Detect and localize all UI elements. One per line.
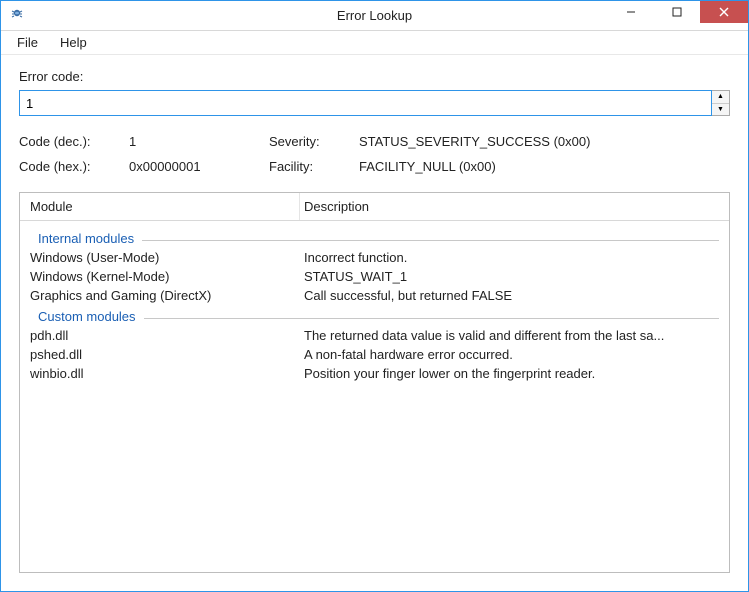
cell-description: STATUS_WAIT_1 <box>300 269 729 284</box>
facility-label: Facility: <box>269 159 359 174</box>
facility-value: FACILITY_NULL (0x00) <box>359 159 730 174</box>
minimize-button[interactable] <box>608 1 654 23</box>
cell-module: Graphics and Gaming (DirectX) <box>20 288 300 303</box>
table-row[interactable]: pdh.dllThe returned data value is valid … <box>20 326 729 345</box>
spinner: ▲ ▼ <box>712 90 730 116</box>
group-divider <box>144 318 719 319</box>
chevron-up-icon: ▲ <box>717 93 724 100</box>
table-body: Internal modules Windows (User-Mode)Incor… <box>20 221 729 572</box>
cell-description: A non-fatal hardware error occurred. <box>300 347 729 362</box>
cell-module: Windows (Kernel-Mode) <box>20 269 300 284</box>
cell-description: The returned data value is valid and dif… <box>300 328 729 343</box>
maximize-icon <box>672 7 682 17</box>
group-header[interactable]: Internal modules <box>20 227 729 248</box>
severity-label: Severity: <box>269 134 359 149</box>
cell-description: Incorrect function. <box>300 250 729 265</box>
close-button[interactable] <box>700 1 748 23</box>
cell-description: Position your finger lower on the finger… <box>300 366 729 381</box>
error-code-input[interactable] <box>19 90 712 116</box>
window-controls <box>608 1 748 30</box>
spinner-down-button[interactable]: ▼ <box>712 104 729 116</box>
cell-description: Call successful, but returned FALSE <box>300 288 729 303</box>
group-title: Internal modules <box>38 231 134 246</box>
content-area: Error code: ▲ ▼ Code (dec.): 1 Severity:… <box>1 55 748 591</box>
column-header-module[interactable]: Module <box>20 193 300 220</box>
group-title: Custom modules <box>38 309 136 324</box>
code-hex-value: 0x00000001 <box>129 159 269 174</box>
titlebar[interactable]: Error Lookup <box>1 1 748 31</box>
table-header: Module Description <box>20 193 729 221</box>
severity-value: STATUS_SEVERITY_SUCCESS (0x00) <box>359 134 730 149</box>
group-divider <box>142 240 719 241</box>
maximize-button[interactable] <box>654 1 700 23</box>
results-table: Module Description Internal modules Windo… <box>19 192 730 573</box>
app-icon <box>9 8 25 24</box>
table-row[interactable]: pshed.dllA non-fatal hardware error occu… <box>20 345 729 364</box>
table-row[interactable]: Windows (Kernel-Mode)STATUS_WAIT_1 <box>20 267 729 286</box>
info-grid: Code (dec.): 1 Severity: STATUS_SEVERITY… <box>19 134 730 174</box>
group-header[interactable]: Custom modules <box>20 305 729 326</box>
error-code-row: ▲ ▼ <box>19 90 730 116</box>
menu-file[interactable]: File <box>7 33 48 52</box>
cell-module: winbio.dll <box>20 366 300 381</box>
chevron-down-icon: ▼ <box>717 106 724 113</box>
minimize-icon <box>626 7 636 17</box>
code-dec-value: 1 <box>129 134 269 149</box>
error-code-label: Error code: <box>19 69 730 84</box>
code-hex-label: Code (hex.): <box>19 159 129 174</box>
table-row[interactable]: Graphics and Gaming (DirectX)Call succes… <box>20 286 729 305</box>
menu-help[interactable]: Help <box>50 33 97 52</box>
spinner-up-button[interactable]: ▲ <box>712 91 729 104</box>
table-row[interactable]: Windows (User-Mode)Incorrect function. <box>20 248 729 267</box>
menubar: File Help <box>1 31 748 55</box>
cell-module: pshed.dll <box>20 347 300 362</box>
cell-module: pdh.dll <box>20 328 300 343</box>
app-window: Error Lookup File Help Error code: ▲ <box>0 0 749 592</box>
column-header-description[interactable]: Description <box>300 199 729 214</box>
close-icon <box>719 7 729 17</box>
code-dec-label: Code (dec.): <box>19 134 129 149</box>
cell-module: Windows (User-Mode) <box>20 250 300 265</box>
table-row[interactable]: winbio.dllPosition your finger lower on … <box>20 364 729 383</box>
